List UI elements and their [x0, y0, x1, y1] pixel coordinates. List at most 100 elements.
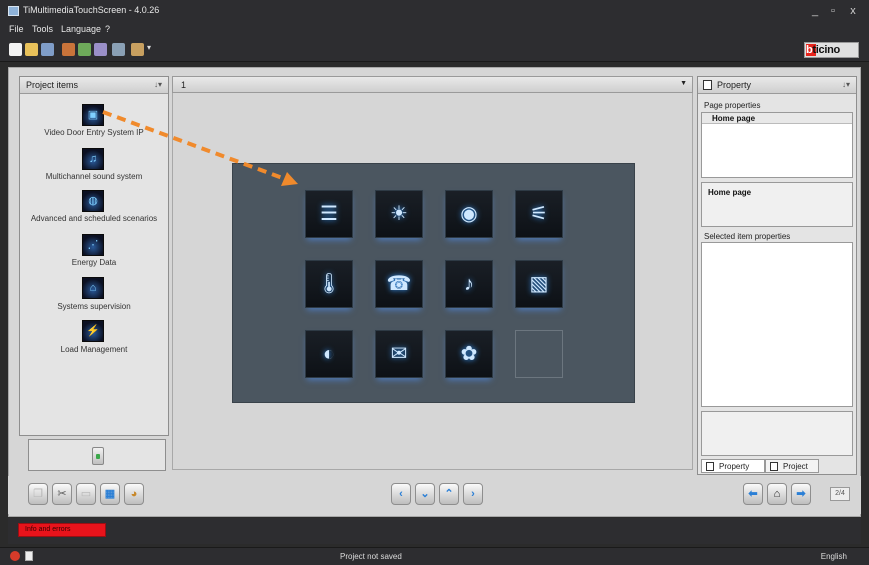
- lightbulb-icon: ☀: [390, 203, 408, 225]
- copy-icon[interactable]: ❐: [28, 483, 48, 505]
- flower-house-icon: ✿: [460, 343, 478, 365]
- info-and-errors-tab[interactable]: Info and errors: [18, 523, 106, 537]
- menu-help[interactable]: ?: [105, 24, 110, 34]
- message-tile[interactable]: ✉: [375, 330, 423, 378]
- download-icon[interactable]: [78, 43, 91, 56]
- lighting-tile[interactable]: ☀: [375, 190, 423, 238]
- temperature-tile[interactable]: 🌡: [305, 260, 353, 308]
- minimize-button[interactable]: _: [808, 4, 822, 18]
- project-item-label[interactable]: Energy Data: [20, 258, 168, 267]
- project-item-label[interactable]: Multichannel sound system: [20, 172, 168, 181]
- video-door-entry-icon: ☎: [386, 273, 412, 295]
- maximize-button[interactable]: ▫: [826, 4, 840, 18]
- app-window: TiMultimediaTouchScreen - 4.0.26 _ ▫ x F…: [0, 0, 869, 565]
- pin-icon[interactable]: ↓▾: [842, 80, 850, 89]
- chevron-right-icon[interactable]: ›: [463, 483, 483, 505]
- energy-data-icon[interactable]: ⋰: [82, 234, 104, 256]
- grid-table-icon[interactable]: ▦: [100, 483, 120, 505]
- home-icon[interactable]: ⌂: [767, 483, 787, 505]
- title-bar: TiMultimediaTouchScreen - 4.0.26 _ ▫ x: [0, 0, 869, 22]
- page-number: 1: [181, 80, 187, 90]
- property-title: Property: [717, 80, 752, 90]
- status-text: Project not saved: [340, 552, 402, 561]
- video-door-entry-icon[interactable]: ▣: [82, 104, 104, 126]
- page-selector[interactable]: 1 ▼: [172, 76, 693, 93]
- toolbar-dropdown-icon[interactable]: ▾: [147, 43, 154, 56]
- settings-icon[interactable]: [112, 43, 125, 56]
- transfer-icon[interactable]: [94, 43, 107, 56]
- info-strip: Info and errors: [8, 518, 861, 544]
- selected-item-properties-box[interactable]: [701, 242, 853, 407]
- dropdown-arrow-icon[interactable]: ▼: [680, 80, 687, 87]
- scenario-tile[interactable]: ◐: [305, 330, 353, 378]
- project-items-title: Project items: [26, 80, 79, 90]
- menu-language[interactable]: Language: [61, 24, 101, 34]
- page-name-box[interactable]: Home page: [701, 182, 853, 227]
- power-tile[interactable]: ⚟: [515, 190, 563, 238]
- property-icon: [703, 80, 712, 90]
- music-icon: ♪: [464, 273, 474, 295]
- trash-icon[interactable]: [92, 447, 104, 465]
- new-file-icon[interactable]: [9, 43, 22, 56]
- arrow-left-icon[interactable]: ⬅: [743, 483, 763, 505]
- bottom-toolbar: ❐ ✂ ▭ ▦ ◕ ‹ ⌄ ⌃ › ⬅ ⌂ ➡ 2/4: [8, 476, 861, 514]
- empty-tile-slot[interactable]: [515, 330, 563, 378]
- palette-icon[interactable]: ◕: [124, 483, 144, 505]
- scenario-icon[interactable]: ◍: [82, 190, 104, 212]
- load-management-icon[interactable]: ⚡: [82, 320, 104, 342]
- tab-project[interactable]: Project: [765, 459, 819, 473]
- error-icon[interactable]: [10, 551, 20, 561]
- scenario-icon: ◐: [322, 343, 336, 365]
- bticino-logo: bticino: [804, 42, 859, 58]
- project-items-header: Project items ↓▾: [20, 77, 168, 94]
- chevron-left-icon[interactable]: ‹: [391, 483, 411, 505]
- page-properties-box[interactable]: Home page: [701, 112, 853, 178]
- supervision-tile[interactable]: ✿: [445, 330, 493, 378]
- tab-property[interactable]: Property: [701, 459, 765, 473]
- project-item-label[interactable]: Video Door Entry System IP: [20, 128, 168, 137]
- selected-item-label: Selected item properties: [704, 232, 791, 241]
- shutter-tile[interactable]: ☰: [305, 190, 353, 238]
- property-panel: Property ↓▾ Page properties Home page Ho…: [697, 76, 857, 475]
- language-indicator[interactable]: English: [821, 552, 847, 561]
- photo-frame-icon: ▧: [529, 273, 549, 295]
- toolbar: ▾: [0, 38, 869, 62]
- video-door-tile[interactable]: ☎: [375, 260, 423, 308]
- arrow-right-icon[interactable]: ➡: [791, 483, 811, 505]
- sound-tile[interactable]: ♪: [445, 260, 493, 308]
- chevron-down-icon[interactable]: ⌄: [415, 483, 435, 505]
- project-icon: [770, 462, 778, 471]
- project-item-label[interactable]: Systems supervision: [20, 302, 168, 311]
- music-note-icon[interactable]: ♫: [82, 148, 104, 170]
- description-box[interactable]: [701, 411, 853, 456]
- app-icon: [8, 6, 19, 16]
- tools-icon[interactable]: [131, 43, 144, 56]
- save-icon[interactable]: [41, 43, 54, 56]
- menu-file[interactable]: File: [9, 24, 24, 34]
- message-envelope-icon: ✉: [390, 343, 408, 365]
- project-item-label[interactable]: Load Management: [20, 345, 168, 354]
- alarm-tile[interactable]: ◉: [445, 190, 493, 238]
- shutter-icon: ☰: [320, 203, 338, 225]
- property-header: Property ↓▾: [698, 77, 856, 94]
- page-counter: 2/4: [830, 487, 850, 501]
- pin-icon[interactable]: ↓▾: [154, 80, 162, 89]
- trash-drop-zone[interactable]: [28, 439, 166, 471]
- document-icon[interactable]: [25, 551, 33, 561]
- alarm-signal-icon: ◉: [460, 203, 478, 225]
- touchscreen-preview: ☰ ☀ ◉ ⚟ 🌡 ☎ ♪ ▧ ◐ ✉ ✿: [232, 163, 635, 403]
- chevron-up-icon[interactable]: ⌃: [439, 483, 459, 505]
- property-icon: [706, 462, 714, 471]
- page-properties-value: Home page: [712, 114, 756, 123]
- photo-tile[interactable]: ▧: [515, 260, 563, 308]
- cut-icon[interactable]: ✂: [52, 483, 72, 505]
- upload-icon[interactable]: [62, 43, 75, 56]
- open-folder-icon[interactable]: [25, 43, 38, 56]
- plug-icon: ⚟: [530, 203, 548, 225]
- status-bar: Project not saved English: [0, 547, 869, 565]
- house-search-icon[interactable]: ⌂: [82, 277, 104, 299]
- close-button[interactable]: x: [846, 4, 860, 18]
- menu-tools[interactable]: Tools: [32, 24, 53, 34]
- project-item-label[interactable]: Advanced and scheduled scenarios: [20, 214, 168, 223]
- paste-icon[interactable]: ▭: [76, 483, 96, 505]
